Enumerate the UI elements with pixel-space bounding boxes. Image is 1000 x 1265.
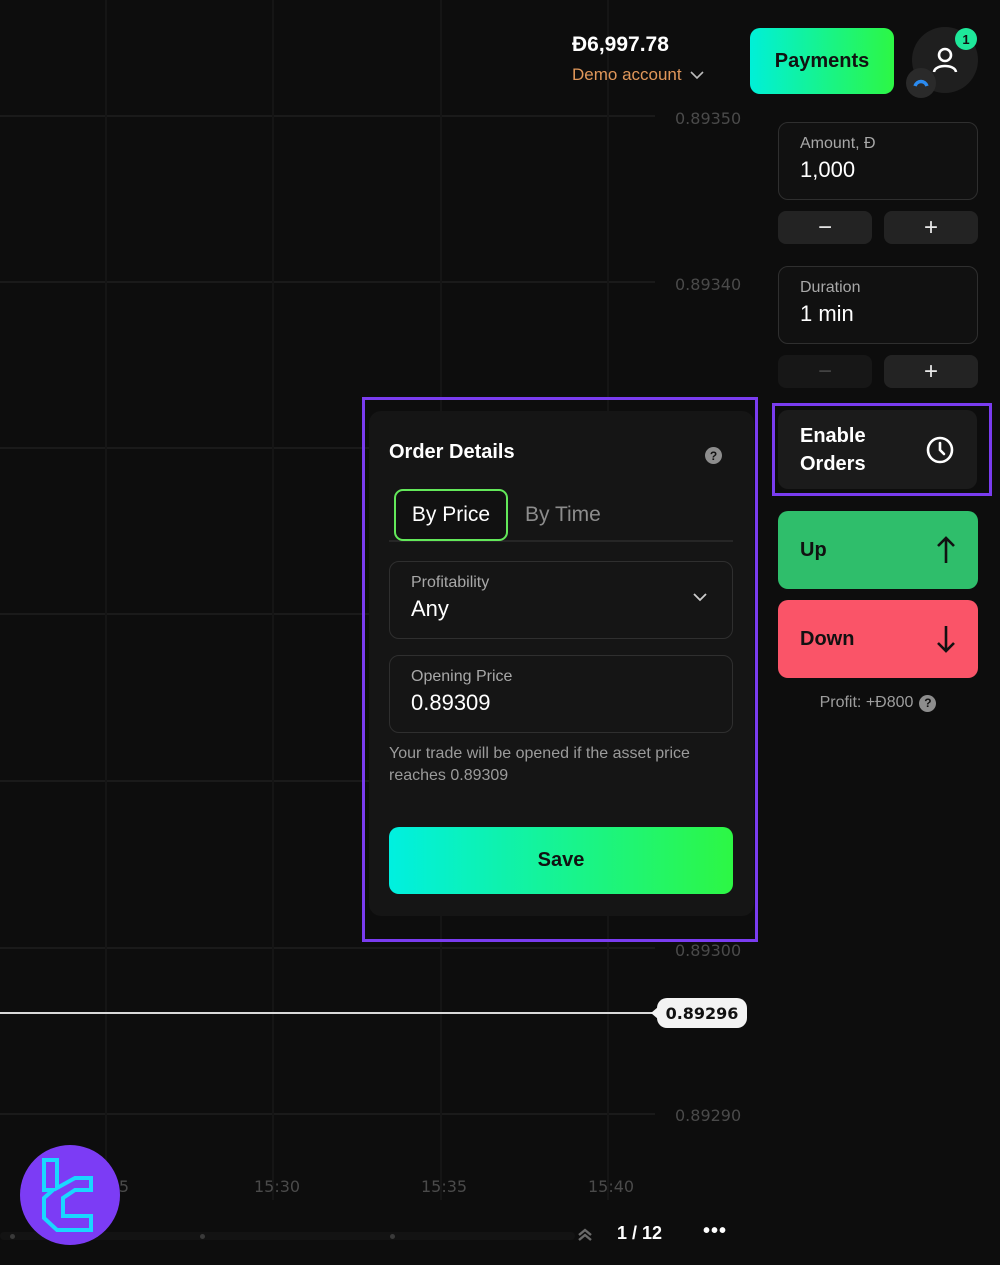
status-arc-icon xyxy=(913,79,929,87)
y-axis-tick: 0.89350 xyxy=(675,109,742,128)
grid-line xyxy=(0,115,655,117)
current-price-tag: 0.89296 xyxy=(651,998,747,1028)
grid-line xyxy=(0,281,655,283)
order-note: Your trade will be opened if the asset p… xyxy=(389,745,690,784)
save-button[interactable]: Save xyxy=(389,827,733,894)
page-indicator: 1 / 12 xyxy=(617,1223,663,1243)
profitability-label: Profitability xyxy=(411,574,490,591)
duration-increase-button[interactable]: + xyxy=(884,355,978,388)
profitability-value: Any xyxy=(411,596,449,621)
up-label: Up xyxy=(800,538,827,561)
down-label: Down xyxy=(800,627,855,650)
opening-price-label: Opening Price xyxy=(411,668,513,685)
timeline-dot xyxy=(390,1234,395,1239)
profit-label: Profit: +Đ800 xyxy=(819,694,914,711)
chevron-down-icon xyxy=(690,70,704,79)
grid-line xyxy=(0,947,655,949)
amount-field[interactable]: Amount, Đ 1,000 xyxy=(778,122,978,200)
down-button[interactable]: Down xyxy=(778,600,978,678)
profitability-select[interactable]: Profitability Any xyxy=(389,561,733,639)
timeline-dot xyxy=(200,1234,205,1239)
duration-decrease-button[interactable]: − xyxy=(778,355,872,388)
amount-decrease-button[interactable]: − xyxy=(778,211,872,244)
notification-badge: 1 xyxy=(955,28,977,50)
order-details-panel: Order Details ? By Price By Time Profita… xyxy=(369,411,754,916)
duration-label: Duration xyxy=(800,279,861,296)
clock-icon xyxy=(926,436,954,463)
help-icon[interactable]: ? xyxy=(705,447,722,464)
opening-price-value: 0.89309 xyxy=(411,690,491,715)
enable-orders-line1: Enable xyxy=(800,424,866,447)
help-icon[interactable]: ? xyxy=(919,694,937,712)
grid-line xyxy=(272,0,274,1200)
grid-line xyxy=(105,0,107,1200)
tab-by-price[interactable]: By Price xyxy=(394,489,508,541)
order-details-title: Order Details xyxy=(389,441,515,463)
payments-button[interactable]: Payments xyxy=(750,28,894,94)
duration-field[interactable]: Duration 1 min xyxy=(778,266,978,344)
collapse-button[interactable] xyxy=(572,1222,598,1248)
x-axis-tick: 15:40 xyxy=(588,1177,635,1196)
current-price-line xyxy=(0,1012,660,1014)
up-button[interactable]: Up xyxy=(778,511,978,589)
account-balance: Đ6,997.78 xyxy=(572,33,669,56)
logo-icon xyxy=(42,1158,93,1232)
profit-info: Profit: +Đ800 ? xyxy=(778,694,978,712)
x-axis-tick: 15:35 xyxy=(421,1177,468,1196)
y-axis-tick: 0.89340 xyxy=(675,275,742,294)
more-options-button[interactable]: ••• xyxy=(703,1220,727,1243)
double-chevron-up-icon xyxy=(578,1228,592,1241)
amount-increase-button[interactable]: + xyxy=(884,211,978,244)
arrow-down-icon xyxy=(937,626,955,653)
order-type-tabs: By Price By Time xyxy=(389,489,733,542)
arrow-up-icon xyxy=(937,536,955,563)
enable-orders-label: Enable Orders xyxy=(800,422,866,478)
y-axis-tick: 0.89290 xyxy=(675,1106,742,1125)
user-icon xyxy=(932,47,958,73)
duration-value: 1 min xyxy=(800,301,854,326)
enable-orders-line2: Orders xyxy=(800,452,866,475)
y-axis-tick: 0.89300 xyxy=(675,941,742,960)
chevron-down-icon xyxy=(693,593,707,602)
opening-price-input[interactable]: Opening Price 0.89309 xyxy=(389,655,733,733)
tab-by-time[interactable]: By Time xyxy=(511,489,615,541)
brand-logo xyxy=(20,1145,120,1245)
enable-orders-button[interactable]: Enable Orders xyxy=(778,410,977,489)
account-status-indicator xyxy=(906,68,936,98)
account-selector[interactable]: Demo account xyxy=(572,65,704,85)
account-type-label: Demo account xyxy=(572,65,682,84)
grid-line xyxy=(0,1113,655,1115)
amount-label: Amount, Đ xyxy=(800,135,876,152)
amount-value: 1,000 xyxy=(800,157,856,182)
x-axis-tick: 15:30 xyxy=(254,1177,301,1196)
timeline-dot xyxy=(10,1234,15,1239)
